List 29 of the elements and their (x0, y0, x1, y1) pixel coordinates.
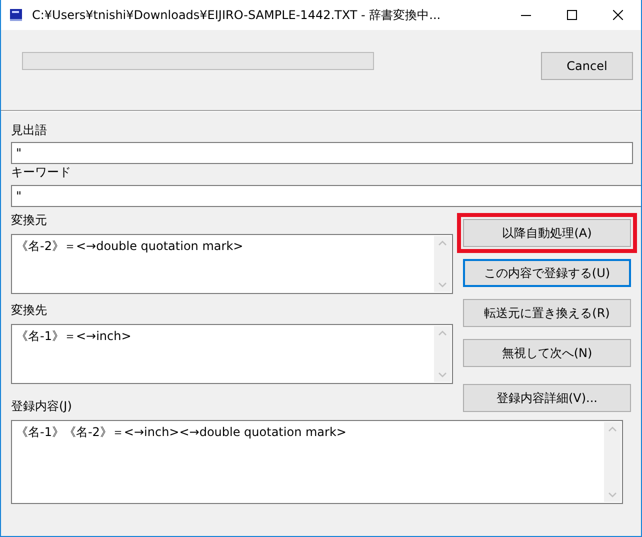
keyword-field[interactable]: " (11, 185, 641, 207)
scrollbar[interactable] (434, 236, 451, 292)
cancel-button[interactable]: Cancel (541, 52, 633, 80)
scrollbar[interactable] (434, 326, 451, 382)
action-button[interactable]: 以降自動処理(A) (463, 219, 631, 247)
scroll-up-icon[interactable] (438, 330, 447, 336)
field-label: 変換先 (11, 302, 48, 318)
action-button[interactable]: 登録内容詳細(V)... (463, 384, 631, 412)
close-icon (613, 10, 623, 20)
scrollbar[interactable] (604, 422, 621, 502)
target-text-area[interactable]: 《名-1》＝<→inch> (11, 324, 453, 384)
field-label: キーワード (11, 164, 72, 180)
source-text-area[interactable]: 《名-2》＝<→double quotation mark> (11, 234, 453, 294)
scroll-up-icon[interactable] (608, 426, 617, 432)
field-label: 登録内容(J) (11, 398, 72, 414)
action-button[interactable]: 無視して次へ(N) (463, 339, 631, 367)
field-label: 変換元 (11, 212, 48, 228)
headword-field[interactable]: " (11, 142, 633, 164)
book-icon (9, 8, 23, 22)
entry-text-area[interactable]: 《名-1》《名-2》＝<→inch><→double quotation mark> (11, 420, 623, 504)
scroll-down-icon[interactable] (608, 492, 617, 498)
maximize-icon (567, 10, 577, 20)
scroll-up-icon[interactable] (438, 240, 447, 246)
scroll-down-icon[interactable] (438, 372, 447, 378)
scroll-down-icon[interactable] (438, 282, 447, 288)
action-button[interactable]: この内容で登録する(U) (463, 259, 631, 287)
field-label: 見出語 (11, 122, 48, 138)
window-title: C:¥Users¥tnishi¥Downloads¥EIJIRO-SAMPLE-1442.TXT - 辞書変換中... (32, 6, 442, 24)
action-button[interactable]: 転送元に置き換える(R) (463, 299, 631, 327)
